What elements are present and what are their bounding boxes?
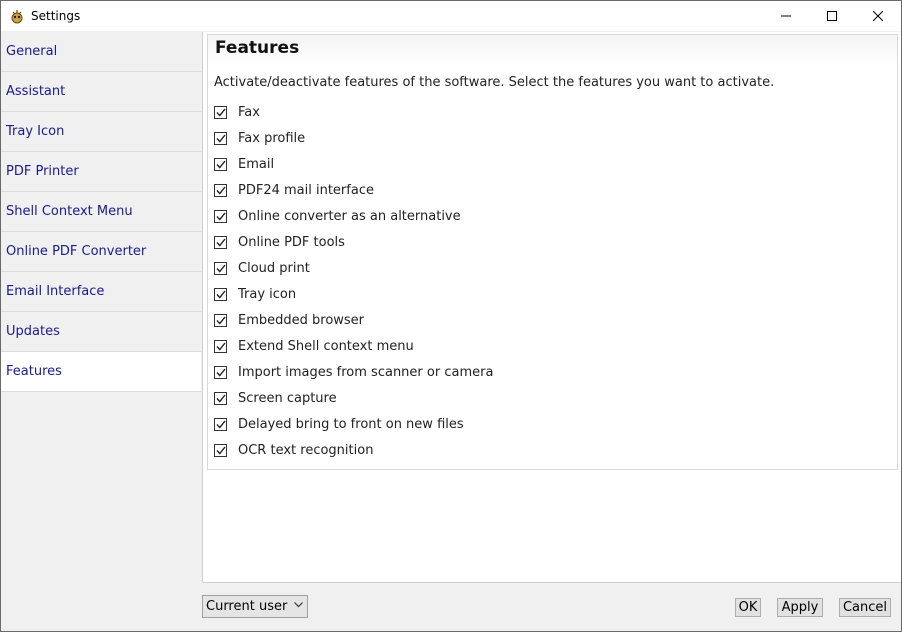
- app-icon: [9, 8, 25, 24]
- scope-select[interactable]: Current user: [202, 595, 308, 618]
- feature-row[interactable]: Embedded browser: [214, 310, 364, 330]
- checkmark-icon: [215, 446, 226, 455]
- checkmark-icon: [215, 108, 226, 117]
- sidebar: General Assistant Tray Icon PDF Printer …: [1, 32, 201, 631]
- minimize-icon: [781, 15, 791, 17]
- feature-label: Online converter as an alternative: [238, 208, 461, 224]
- sidebar-item-email-interface[interactable]: Email Interface: [1, 272, 201, 312]
- checkmark-icon: [215, 212, 226, 221]
- feature-label: Screen capture: [238, 390, 337, 406]
- sidebar-item-shell-context-menu[interactable]: Shell Context Menu: [1, 192, 201, 232]
- feature-row[interactable]: Cloud print: [214, 258, 310, 278]
- checkmark-icon: [215, 316, 226, 325]
- maximize-icon: [827, 11, 837, 21]
- content-area: Features Activate/deactivate features of…: [202, 32, 901, 583]
- sidebar-item-pdf-printer[interactable]: PDF Printer: [1, 152, 201, 192]
- feature-row[interactable]: Online converter as an alternative: [214, 206, 461, 226]
- feature-label: OCR text recognition: [238, 442, 374, 458]
- feature-checkbox[interactable]: [214, 339, 227, 353]
- sidebar-item-tray-icon[interactable]: Tray Icon: [1, 112, 201, 152]
- apply-button[interactable]: Apply: [777, 598, 823, 617]
- panel-description: Activate/deactivate features of the soft…: [214, 75, 775, 90]
- feature-label: Embedded browser: [238, 312, 365, 328]
- sidebar-item-updates[interactable]: Updates: [1, 312, 201, 352]
- checkmark-icon: [215, 160, 226, 169]
- feature-label: PDF24 mail interface: [238, 182, 374, 198]
- feature-label: Cloud print: [238, 260, 310, 276]
- checkmark-icon: [215, 342, 226, 351]
- close-button[interactable]: [855, 1, 901, 31]
- sidebar-item-features[interactable]: Features: [1, 352, 201, 392]
- feature-label: Import images from scanner or camera: [238, 364, 494, 380]
- checkmark-icon: [215, 264, 226, 273]
- feature-label: Delayed bring to front on new files: [238, 416, 464, 432]
- checkmark-icon: [215, 368, 226, 377]
- checkmark-icon: [215, 290, 226, 299]
- window-title: Settings: [31, 9, 81, 23]
- features-panel: Features Activate/deactivate features of…: [207, 34, 898, 470]
- maximize-button[interactable]: [809, 1, 855, 31]
- feature-row[interactable]: Tray icon: [214, 284, 296, 304]
- feature-row[interactable]: Email: [214, 154, 274, 174]
- feature-label: Fax profile: [238, 130, 306, 146]
- settings-window: Settings General Assistant Tray Icon PDF…: [0, 0, 902, 632]
- feature-checkbox[interactable]: [214, 105, 227, 119]
- feature-checkbox[interactable]: [214, 209, 227, 223]
- feature-label: Fax: [238, 104, 260, 120]
- feature-label: Extend Shell context menu: [238, 338, 414, 354]
- feature-checkbox[interactable]: [214, 313, 227, 327]
- feature-checkbox[interactable]: [214, 235, 227, 249]
- sidebar-item-general[interactable]: General: [1, 32, 201, 72]
- feature-row[interactable]: Delayed bring to front on new files: [214, 414, 464, 434]
- scope-select-value: Current user: [206, 599, 288, 614]
- feature-row[interactable]: Fax: [214, 102, 260, 122]
- ok-button[interactable]: OK: [735, 598, 761, 617]
- feature-label: Email: [238, 156, 275, 172]
- sidebar-item-online-pdf-converter[interactable]: Online PDF Converter: [1, 232, 201, 272]
- feature-label: Tray icon: [238, 286, 297, 302]
- minimize-button[interactable]: [763, 1, 809, 31]
- feature-checkbox[interactable]: [214, 417, 227, 431]
- feature-checkbox[interactable]: [214, 183, 227, 197]
- cancel-button[interactable]: Cancel: [839, 598, 891, 617]
- panel-title: Features: [215, 38, 300, 58]
- panel-header: Features: [208, 35, 897, 65]
- feature-row[interactable]: PDF24 mail interface: [214, 180, 374, 200]
- checkmark-icon: [215, 394, 226, 403]
- feature-row[interactable]: Screen capture: [214, 388, 337, 408]
- feature-checkbox[interactable]: [214, 365, 227, 379]
- checkmark-icon: [215, 238, 226, 247]
- checkmark-icon: [215, 420, 226, 429]
- chevron-down-icon: [294, 602, 303, 608]
- checkmark-icon: [215, 186, 226, 195]
- close-icon: [873, 11, 883, 21]
- feature-checkbox[interactable]: [214, 287, 227, 301]
- feature-checkbox[interactable]: [214, 131, 227, 145]
- feature-row[interactable]: Online PDF tools: [214, 232, 345, 252]
- feature-checkbox[interactable]: [214, 157, 227, 171]
- footer-bar: Current user OK Apply Cancel: [202, 583, 901, 631]
- feature-row[interactable]: OCR text recognition: [214, 440, 373, 460]
- feature-row[interactable]: Import images from scanner or camera: [214, 362, 493, 382]
- checkmark-icon: [215, 134, 226, 143]
- feature-label: Online PDF tools: [238, 234, 345, 250]
- feature-checkbox[interactable]: [214, 391, 227, 405]
- feature-checkbox[interactable]: [214, 261, 227, 275]
- feature-row[interactable]: Fax profile: [214, 128, 305, 148]
- feature-row[interactable]: Extend Shell context menu: [214, 336, 414, 356]
- feature-checkbox[interactable]: [214, 443, 227, 457]
- title-bar[interactable]: Settings: [1, 1, 901, 31]
- sidebar-item-assistant[interactable]: Assistant: [1, 72, 201, 112]
